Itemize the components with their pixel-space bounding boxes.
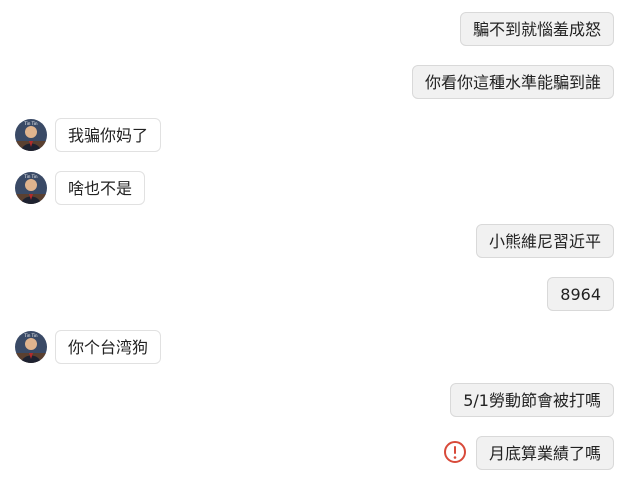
avatar[interactable]: Tin Tin	[15, 119, 47, 151]
message-bubble[interactable]: 8964	[547, 277, 614, 311]
avatar-badge: Tin Tin	[23, 174, 38, 179]
avatar-badge: Tin Tin	[23, 333, 38, 338]
message-bubble[interactable]: 你看你這種水準能騙到誰	[411, 65, 614, 99]
message-row-outgoing: 5/1勞動節會被打嗎	[0, 383, 621, 419]
avatar[interactable]: Tin Tin	[15, 172, 47, 204]
avatar[interactable]: Tin Tin	[15, 331, 47, 363]
avatar-image: Tin Tin	[15, 331, 47, 363]
avatar-badge: Tin Tin	[23, 121, 38, 126]
message-bubble[interactable]: 你个台湾狗	[55, 330, 162, 364]
message-bubble[interactable]: 騙不到就惱羞成怒	[459, 12, 614, 46]
message-row-outgoing: 8964	[0, 277, 621, 313]
message-bubble[interactable]: 啥也不是	[55, 171, 146, 205]
message-bubble[interactable]: 5/1勞動節會被打嗎	[450, 383, 614, 417]
message-bubble[interactable]: 月底算業績了嗎	[475, 436, 614, 470]
chat-message-list: 騙不到就惱羞成怒 你看你這種水準能騙到誰 Tin Tin 我骗你妈了 Tin T…	[0, 0, 621, 484]
message-row-incoming: Tin Tin 我骗你妈了	[0, 118, 621, 154]
error-exclamation-icon[interactable]	[443, 440, 467, 464]
message-row-outgoing: 月底算業績了嗎	[0, 436, 621, 472]
avatar-image: Tin Tin	[15, 172, 47, 204]
message-row-outgoing: 騙不到就惱羞成怒	[0, 12, 621, 48]
avatar-image: Tin Tin	[15, 119, 47, 151]
message-bubble[interactable]: 我骗你妈了	[55, 118, 162, 152]
message-row-incoming: Tin Tin 啥也不是	[0, 171, 621, 207]
message-row-outgoing: 小熊維尼習近平	[0, 224, 621, 260]
message-row-outgoing: 你看你這種水準能騙到誰	[0, 65, 621, 101]
message-row-incoming: Tin Tin 你个台湾狗	[0, 330, 621, 366]
message-bubble[interactable]: 小熊維尼習近平	[475, 224, 614, 258]
